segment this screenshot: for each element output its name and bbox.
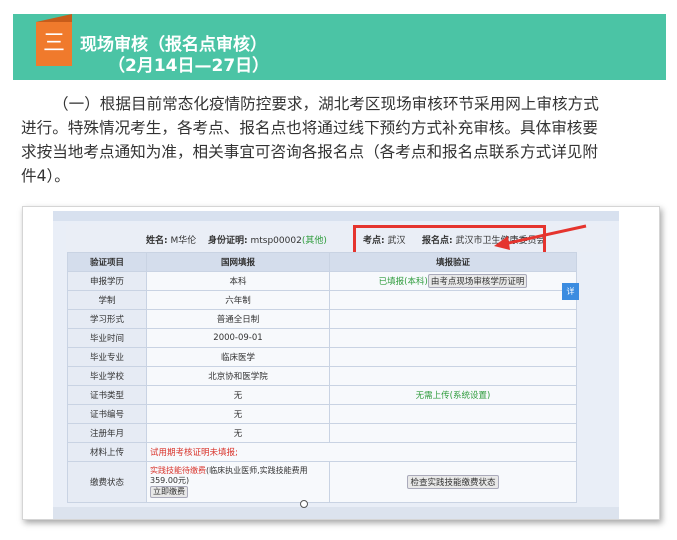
row-verify: [329, 328, 577, 348]
row-value: 无: [146, 404, 330, 424]
name-field: 姓名: M华伦: [146, 236, 197, 246]
row-label: 学制: [67, 290, 147, 310]
section-banner: 三 现场审核（报名点审核） （2月14日—27日）: [13, 14, 666, 80]
top-strip: [53, 211, 619, 221]
row-label: 证书类型: [67, 385, 147, 405]
row-value: 普通全日制: [146, 309, 330, 329]
row-label: 学习形式: [67, 309, 147, 329]
check-fee-status-button[interactable]: 检查实践技能缴费状态: [407, 475, 499, 489]
row-label: 材料上传: [67, 442, 147, 462]
body-paragraph: （一）根据目前常态化疫情防控要求，湖北考区现场审核环节采用网上审核方式 进行。特…: [21, 92, 661, 188]
row-verify: [329, 290, 577, 310]
table-row: 毕业时间 2000-09-01: [67, 328, 577, 348]
table-row: 证书类型无无需上传(系统设置): [67, 385, 577, 405]
row-value: 2000-09-01: [146, 328, 330, 348]
paragraph-line: 件4）。: [21, 167, 70, 185]
row-label: 申报学历: [67, 271, 147, 291]
bottom-bar: [53, 507, 619, 519]
row-value: 无: [146, 423, 330, 443]
table-row: 证书编号无: [67, 404, 577, 424]
scroll-indicator[interactable]: [300, 500, 308, 508]
review-page: 姓名: M华伦 身份证明: mtsp00002(其他) 考点: 武汉 报名点: …: [53, 211, 619, 519]
column-header: 填报验证: [329, 252, 577, 272]
detail-button[interactable]: 详: [562, 283, 579, 300]
paragraph-line: 求按当地考点通知为准，相关事宜可咨询各报名点（各考点和报名点联系方式详见附: [21, 143, 598, 161]
verify-status: 已填报(本科): [378, 277, 428, 287]
table-row: 学制 六年制: [67, 290, 577, 310]
row-value: 临床医学: [146, 347, 330, 367]
fee-status-cell: 实践技能待缴费(临床执业医师,实践技能费用 359.00元) 立即缴费: [146, 461, 330, 503]
fee-check-cell: 检查实践技能缴费状态: [329, 461, 577, 503]
column-header: 国网填报: [146, 252, 330, 272]
column-header: 验证项目: [67, 252, 147, 272]
row-verify: [329, 309, 577, 329]
material-note: 试用期考核证明未填报;: [146, 442, 577, 462]
table-header-row: 验证项目 国网填报 填报验证: [67, 252, 577, 272]
table-row: 申报学历 本科 已填报(本科) 由考点现场审核学历证明: [67, 271, 577, 291]
row-label: 证书编号: [67, 404, 147, 424]
row-verify: 无需上传(系统设置): [329, 385, 577, 405]
table-row: 毕业专业 临床医学: [67, 347, 577, 367]
section-title: 现场审核（报名点审核）: [80, 35, 267, 55]
table-row: 缴费状态 实践技能待缴费(临床执业医师,实践技能费用 359.00元) 立即缴费…: [67, 461, 577, 503]
verification-table: 验证项目 国网填报 填报验证 申报学历 本科 已填报(本科) 由考点现场审核学历证…: [67, 252, 577, 503]
verify-action-button[interactable]: 由考点现场审核学历证明: [427, 274, 528, 288]
row-label: 缴费状态: [67, 461, 147, 503]
row-label: 毕业时间: [67, 328, 147, 348]
row-verify: 已填报(本科) 由考点现场审核学历证明: [329, 271, 577, 291]
fee-status: 实践技能待缴费: [150, 466, 206, 475]
row-label: 注册年月: [67, 423, 147, 443]
row-value: 无: [146, 385, 330, 405]
table-row: 注册年月无: [67, 423, 577, 443]
section-number-badge: 三: [36, 14, 72, 66]
row-verify: [329, 404, 577, 424]
table-row: 毕业学校 北京协和医学院: [67, 366, 577, 386]
row-value: 北京协和医学院: [146, 366, 330, 386]
embedded-screenshot: 姓名: M华伦 身份证明: mtsp00002(其他) 考点: 武汉 报名点: …: [22, 206, 660, 520]
table-row: 材料上传 试用期考核证明未填报;: [67, 442, 577, 462]
paragraph-line: 进行。特殊情况考生，各考点、报名点也将通过线下预约方式补充审核。具体审核要: [21, 119, 598, 137]
section-date-range: （2月14日—27日）: [108, 56, 270, 76]
row-label: 毕业学校: [67, 366, 147, 386]
pay-now-button[interactable]: 立即缴费: [150, 486, 188, 498]
paragraph-line: （一）根据目前常态化疫情防控要求，湖北考区现场审核环节采用网上审核方式: [53, 95, 599, 113]
row-label: 毕业专业: [67, 347, 147, 367]
row-verify: [329, 347, 577, 367]
row-value: 六年制: [146, 290, 330, 310]
row-value: 本科: [146, 271, 330, 291]
fee-amount: 359.00元): [150, 476, 190, 485]
row-verify: [329, 423, 577, 443]
id-field: 身份证明: mtsp00002(其他): [208, 236, 327, 246]
row-verify: [329, 366, 577, 386]
table-row: 学习形式 普通全日制: [67, 309, 577, 329]
fee-detail: (临床执业医师,实践技能费用: [206, 466, 308, 475]
pointer-arrow-icon: [494, 224, 587, 250]
